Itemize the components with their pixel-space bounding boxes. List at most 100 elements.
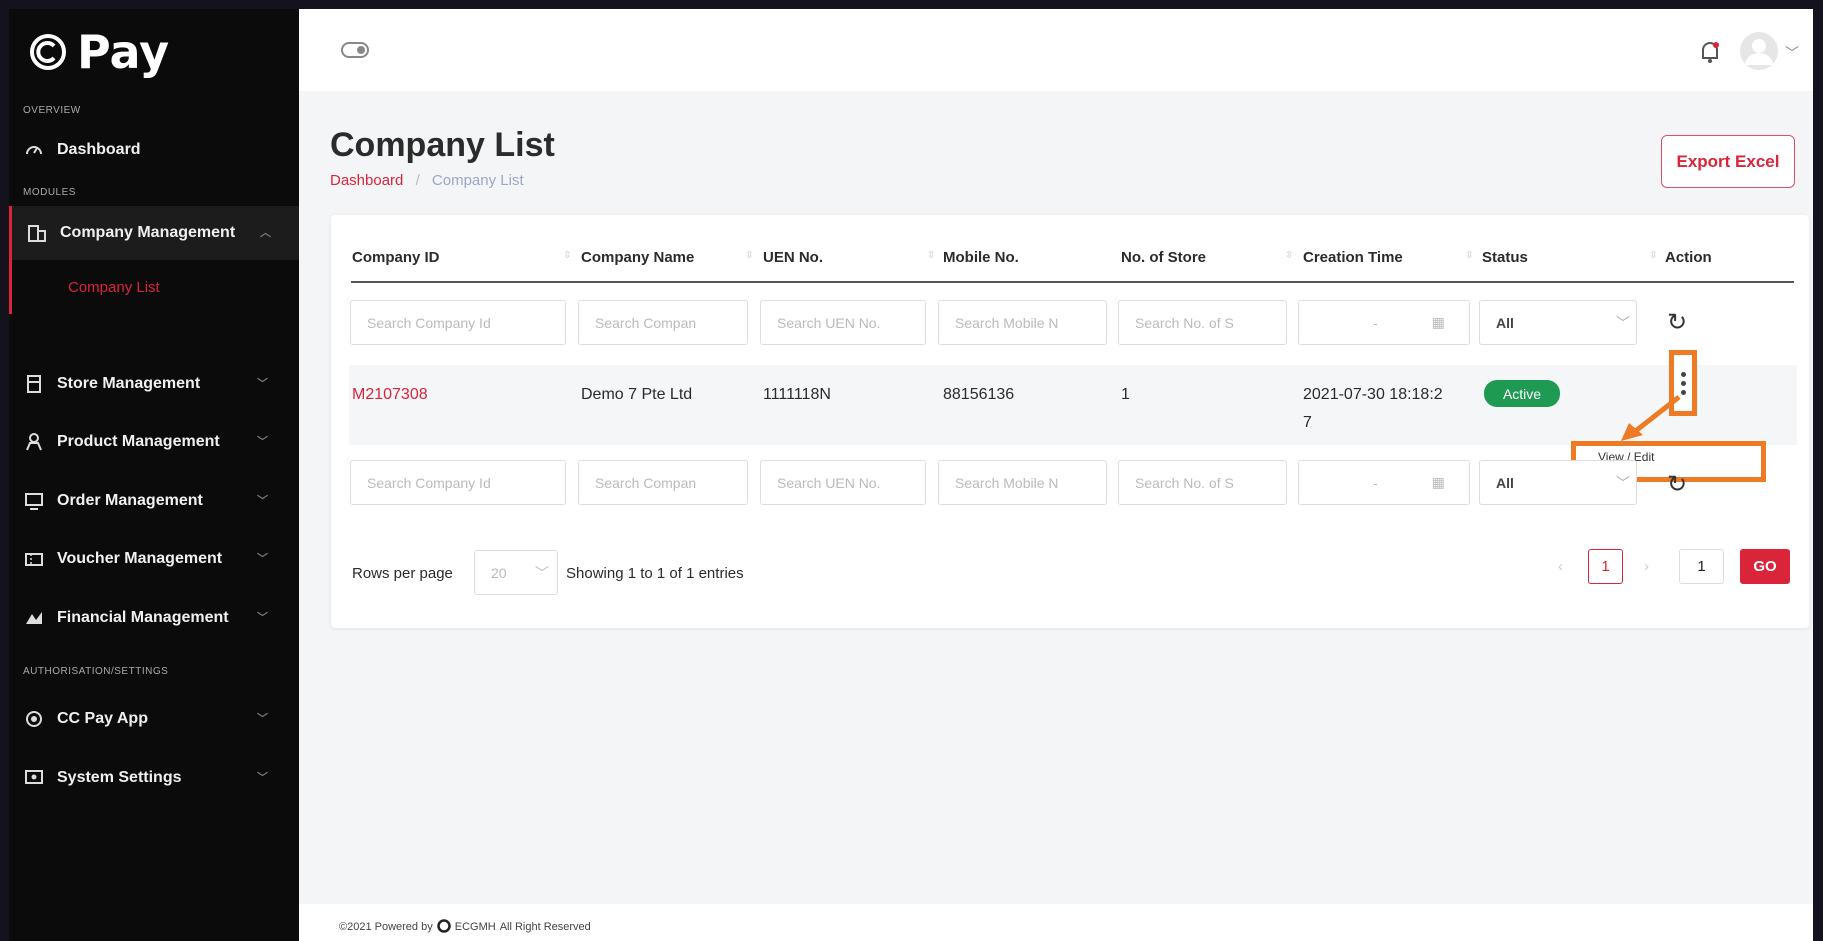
column-header-action: Action (1665, 249, 1712, 266)
app-window: Pay OVERVIEW Dashboard MODULES Company M… (9, 9, 1813, 941)
table-row (349, 365, 1797, 445)
sidebar-item-company-management[interactable]: Company Management ︿ (9, 206, 299, 260)
chevron-down-icon: ﹀ (535, 564, 549, 581)
section-modules: MODULES (23, 187, 76, 198)
sidebar: Pay OVERVIEW Dashboard MODULES Company M… (9, 9, 299, 941)
sort-icon[interactable]: ⇳ (745, 250, 753, 261)
chevron-up-icon: ︿ (260, 227, 271, 239)
chevron-down-icon: ﹀ (257, 713, 268, 725)
status-filter-select[interactable]: All ﹀ (1479, 300, 1637, 345)
rows-per-page-select[interactable]: 20 ﹀ (474, 550, 558, 595)
search-uen-input[interactable]: Search UEN No. (760, 460, 926, 505)
next-page-button[interactable]: › (1644, 549, 1649, 584)
chevron-down-icon: ﹀ (257, 495, 268, 507)
annotation-arrow-icon (1621, 395, 1681, 441)
search-mobile-input[interactable]: Search Mobile N (938, 460, 1107, 505)
sidebar-item-label: Financial Management (57, 609, 229, 626)
export-excel-button[interactable]: Export Excel (1661, 135, 1795, 188)
logo[interactable]: Pay (29, 25, 169, 79)
mobile-cell: 88156136 (943, 386, 1015, 403)
footer-brand: ECGMH (454, 921, 496, 933)
chevron-down-icon: ﹀ (257, 553, 268, 565)
header-divider (351, 281, 1794, 283)
chevron-down-icon: ﹀ (257, 612, 268, 624)
avatar[interactable] (1739, 31, 1779, 76)
sort-icon[interactable]: ⇳ (1285, 250, 1293, 261)
sidebar-item-label: Voucher Management (57, 550, 223, 567)
building-icon (26, 222, 48, 244)
column-header-company-name[interactable]: Company Name (581, 249, 694, 266)
column-header-creation-time[interactable]: Creation Time (1303, 249, 1403, 266)
column-header-no-of-store[interactable]: No. of Store (1121, 249, 1206, 266)
sort-icon[interactable]: ⇳ (563, 250, 571, 261)
search-company-id-input[interactable]: Search Company Id (350, 460, 566, 505)
store-count-cell: 1 (1121, 386, 1130, 403)
search-company-name-input[interactable]: Search Compan (578, 460, 748, 505)
status-filter-value: All (1496, 314, 1514, 331)
column-header-company-id[interactable]: Company ID (352, 249, 440, 266)
sort-icon[interactable]: ⇳ (1649, 250, 1657, 261)
sidebar-item-label: Order Management (57, 492, 203, 509)
app-icon (23, 708, 45, 730)
section-authorisation: AUTHORISATION/SETTINGS (23, 666, 169, 677)
page-1-button[interactable]: 1 (1588, 549, 1623, 584)
date-range-input[interactable]: - ▦ (1298, 300, 1470, 345)
sidebar-item-dashboard[interactable]: Dashboard (9, 123, 299, 177)
sidebar-item-financial-management[interactable]: Financial Management ﹀ (9, 591, 299, 645)
company-id-link[interactable]: M2107308 (352, 386, 428, 404)
sort-icon[interactable]: ⇳ (1465, 250, 1473, 261)
sidebar-item-product-management[interactable]: Product Management ﹀ (9, 415, 299, 469)
search-mobile-input[interactable]: Search Mobile N (938, 300, 1107, 345)
sidebar-item-label: System Settings (57, 769, 182, 786)
breadcrumb-dashboard-link[interactable]: Dashboard (330, 172, 403, 189)
product-icon (23, 431, 45, 453)
search-company-name-input[interactable]: Search Compan (578, 300, 748, 345)
chevron-down-icon: ﹀ (257, 772, 268, 784)
search-uen-input[interactable]: Search UEN No. (760, 300, 926, 345)
date-range-separator: - (1373, 314, 1378, 331)
sidebar-item-store-management[interactable]: Store Management ﹀ (9, 357, 299, 411)
chevron-down-icon: ﹀ (257, 378, 268, 390)
sidebar-subitem-company-list[interactable]: Company List (9, 260, 299, 314)
refresh-icon[interactable]: ↻ (1667, 470, 1687, 499)
sort-icon[interactable]: ⇳ (927, 250, 935, 261)
order-icon (23, 490, 45, 512)
page-title: Company List (330, 126, 555, 164)
sidebar-item-label: CC Pay App (57, 710, 148, 727)
chevron-down-icon[interactable]: ﹀ (1785, 43, 1799, 63)
sidebar-item-voucher-management[interactable]: Voucher Management ﹀ (9, 532, 299, 586)
search-store-count-input[interactable]: Search No. of S (1118, 460, 1287, 505)
company-name-cell: Demo 7 Pte Ltd (581, 386, 693, 403)
entries-info: Showing 1 to 1 of 1 entries (566, 565, 744, 582)
status-filter-select[interactable]: All ﹀ (1479, 460, 1637, 505)
goto-page-input[interactable]: 1 (1679, 549, 1724, 584)
prev-page-button[interactable]: ‹ (1558, 549, 1563, 584)
chevron-down-icon: ﹀ (257, 436, 268, 448)
sidebar-item-system-settings[interactable]: System Settings ﹀ (9, 751, 299, 805)
search-store-count-input[interactable]: Search No. of S (1118, 300, 1287, 345)
status-filter-value: All (1496, 474, 1514, 491)
status-badge: Active (1484, 380, 1560, 407)
breadcrumb-separator: / (415, 172, 420, 189)
top-bar: ﹀ (299, 9, 1813, 91)
settings-icon (23, 767, 45, 789)
footer: ©2021 Powered by ECGMH All Right Reserve… (299, 904, 1813, 941)
sidebar-item-order-management[interactable]: Order Management ﹀ (9, 474, 299, 528)
column-header-mobile-no[interactable]: Mobile No. (943, 249, 1019, 266)
money-icon (23, 607, 45, 629)
logo-text: Pay (77, 25, 170, 79)
breadcrumb: Dashboard / Company List (330, 172, 524, 189)
date-range-input[interactable]: - ▦ (1298, 460, 1470, 505)
rows-per-page-label: Rows per page (352, 565, 453, 582)
bell-icon[interactable] (1699, 39, 1721, 70)
cc-logo-icon (30, 34, 66, 70)
sidebar-item-label: Store Management (57, 375, 201, 392)
menu-toggle-icon[interactable] (341, 41, 369, 64)
refresh-icon[interactable]: ↻ (1667, 308, 1687, 337)
column-header-uen-no[interactable]: UEN No. (763, 249, 823, 266)
sidebar-item-cc-pay-app[interactable]: CC Pay App ﹀ (9, 692, 299, 746)
go-button[interactable]: GO (1740, 549, 1790, 584)
column-header-status[interactable]: Status (1482, 249, 1528, 266)
breadcrumb-current: Company List (431, 172, 524, 189)
search-company-id-input[interactable]: Search Company Id (350, 300, 566, 345)
